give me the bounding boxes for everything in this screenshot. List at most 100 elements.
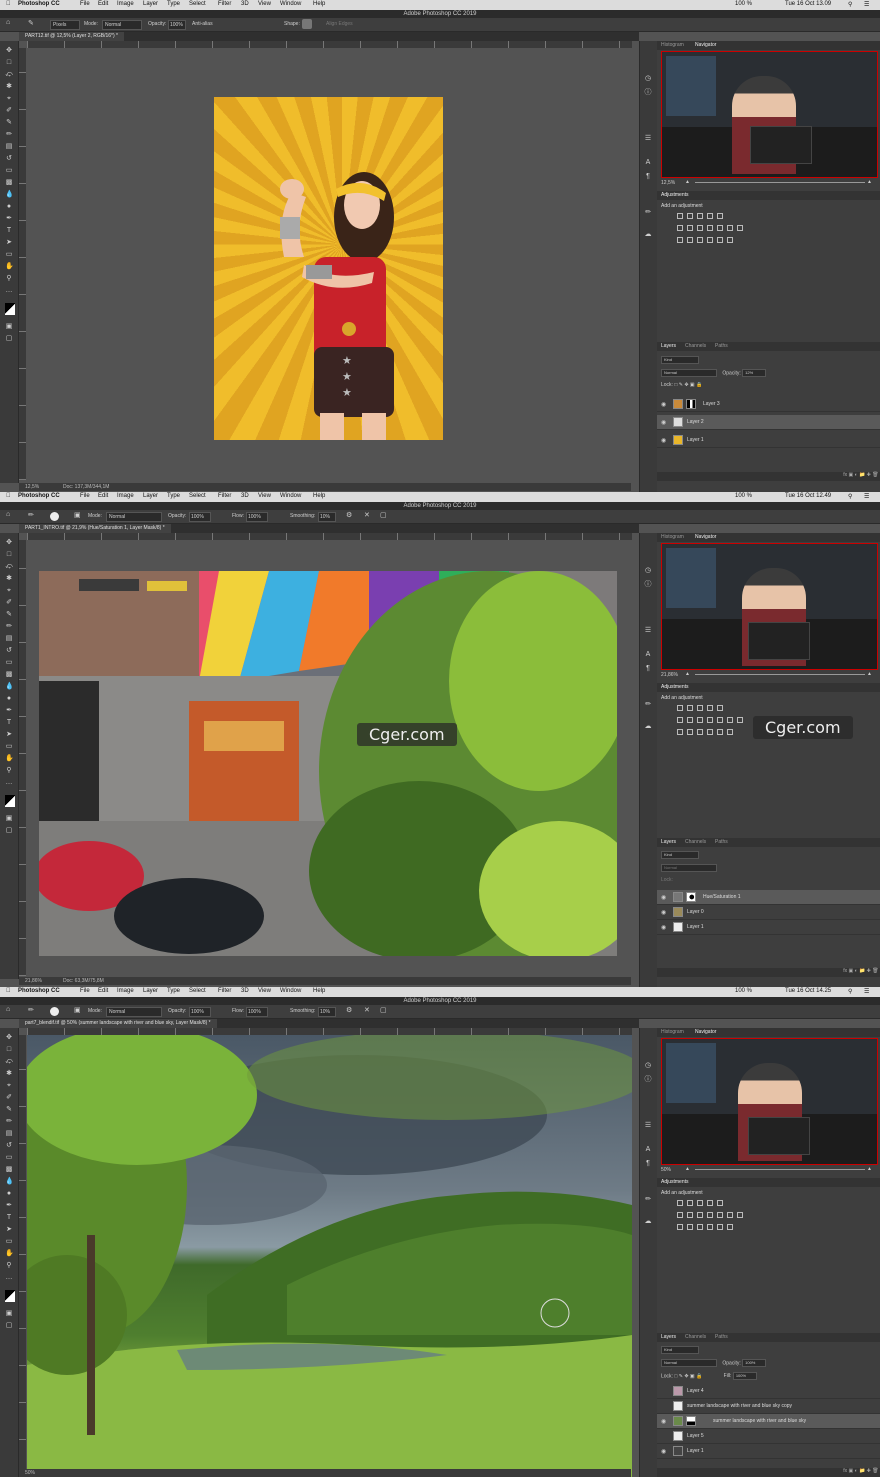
brush-preset-picker[interactable] bbox=[50, 512, 59, 521]
quick-mask-icon[interactable]: ▣ bbox=[5, 323, 13, 331]
settings-gear-icon[interactable]: ⚙ bbox=[346, 1006, 352, 1014]
app-menu-name[interactable]: Photoshop CC bbox=[18, 493, 60, 499]
layers-panel-actions[interactable]: fx ▣ ◐ 📁 ✚ 🗑 bbox=[657, 472, 880, 481]
eye-icon[interactable]: ◉ bbox=[661, 894, 666, 901]
menu-window[interactable]: Window bbox=[280, 1, 301, 7]
smoothing-input[interactable]: 10% bbox=[320, 1009, 330, 1015]
gradient-icon[interactable]: ▩ bbox=[5, 179, 13, 187]
libraries-panel-icon[interactable]: ☁ bbox=[644, 723, 652, 731]
pressure-icon[interactable]: ✕ bbox=[364, 511, 370, 519]
eye-icon[interactable]: ◉ bbox=[661, 437, 666, 444]
path-select-icon[interactable]: ➤ bbox=[5, 1226, 13, 1234]
menu-file[interactable]: File bbox=[80, 988, 90, 994]
layer-name[interactable]: Hue/Saturation 1 bbox=[703, 894, 741, 900]
crop-icon[interactable]: ⌖ bbox=[5, 95, 13, 103]
history-panel-icon[interactable]: ◷ bbox=[644, 567, 652, 575]
zoom-out-icon[interactable]: ▲ bbox=[685, 179, 690, 185]
pen-icon[interactable]: ✒ bbox=[5, 1202, 13, 1210]
zoom-slider[interactable] bbox=[695, 182, 865, 183]
history-brush-icon[interactable]: ↺ bbox=[5, 1142, 13, 1150]
anti-alias-checkbox[interactable]: Anti-alias bbox=[192, 21, 213, 27]
eraser-icon[interactable]: ▭ bbox=[5, 167, 13, 175]
move-icon[interactable]: ✥ bbox=[5, 47, 13, 55]
tab-layers[interactable]: Layers bbox=[661, 839, 676, 845]
layer-kind-filter[interactable]: Kind bbox=[661, 851, 699, 859]
eye-icon[interactable]: ◉ bbox=[661, 924, 666, 931]
lasso-icon[interactable]: ⤽ bbox=[5, 563, 13, 571]
document-tab[interactable]: PART1_INTRO.tif @ 21,9% (Hue/Saturation … bbox=[19, 524, 171, 533]
healing-icon[interactable]: ✎ bbox=[5, 119, 13, 127]
move-icon[interactable]: ✥ bbox=[5, 1034, 13, 1042]
tab-navigator[interactable]: Navigator bbox=[695, 42, 716, 48]
layer-kind-filter[interactable]: Kind bbox=[661, 356, 699, 364]
blend-mode-select[interactable]: Normal bbox=[109, 1009, 125, 1015]
layer-name[interactable]: Layer 3 bbox=[703, 401, 720, 407]
menu-filter[interactable]: Filter bbox=[218, 1, 231, 7]
navigator-thumbnail[interactable] bbox=[661, 543, 878, 670]
zoom-in-icon[interactable]: ▲ bbox=[867, 179, 872, 185]
eyedropper-icon[interactable]: ✐ bbox=[5, 107, 13, 115]
lock-icons[interactable]: □ ✎ ✥ ▣ 🔒 bbox=[674, 1373, 702, 1379]
healing-icon[interactable]: ✎ bbox=[5, 611, 13, 619]
menu-list-icon[interactable]: ☰ bbox=[864, 1, 869, 8]
brush-settings-icon[interactable]: ✏ bbox=[644, 209, 652, 217]
libraries-panel-icon[interactable]: ☁ bbox=[644, 1218, 652, 1226]
layer-fill-input[interactable]: 100% bbox=[732, 1372, 757, 1380]
menu-3d[interactable]: 3D bbox=[241, 493, 249, 499]
eye-icon[interactable]: ◉ bbox=[661, 401, 666, 408]
symmetry-icon[interactable]: ▢ bbox=[380, 511, 387, 519]
zoom-icon[interactable]: ⚲ bbox=[5, 1262, 13, 1270]
hand-icon[interactable]: ✋ bbox=[5, 263, 14, 271]
screen-mode-icon[interactable]: ▢ bbox=[5, 335, 13, 343]
search-icon[interactable]: ⚲ bbox=[848, 493, 852, 500]
layer-row[interactable]: Layer 5 bbox=[657, 1429, 880, 1444]
zoom-out-icon[interactable]: ▲ bbox=[685, 671, 690, 677]
navigator-zoom-value[interactable]: 12,5% bbox=[661, 180, 675, 186]
brush-tool-icon[interactable]: ✏ bbox=[28, 511, 34, 519]
eye-icon[interactable]: ◉ bbox=[661, 1418, 666, 1425]
layer-mask-thumbnail[interactable] bbox=[686, 1416, 696, 1426]
history-panel-icon[interactable]: ◷ bbox=[644, 75, 652, 83]
eye-icon[interactable]: ◉ bbox=[661, 909, 666, 916]
menu-file[interactable]: File bbox=[80, 1, 90, 7]
screen-mode-icon[interactable]: ▢ bbox=[5, 827, 13, 835]
menu-layer[interactable]: Layer bbox=[143, 1, 158, 7]
lock-icons[interactable]: □ ✎ ✥ ▣ 🔒 bbox=[674, 382, 702, 388]
brush-panel-icon[interactable]: ▣ bbox=[74, 511, 81, 519]
tab-paths[interactable]: Paths bbox=[715, 1334, 728, 1340]
tool-mode-select[interactable]: Pixels bbox=[53, 22, 66, 28]
more-tools-icon[interactable]: … bbox=[5, 287, 13, 295]
menu-image[interactable]: Image bbox=[117, 493, 134, 499]
menu-window[interactable]: Window bbox=[280, 988, 301, 994]
layer-row[interactable]: ◉ Layer 0 bbox=[657, 905, 880, 920]
info-panel-icon[interactable]: ⓘ bbox=[644, 581, 652, 589]
blur-icon[interactable]: 💧 bbox=[5, 191, 14, 199]
menu-3d[interactable]: 3D bbox=[241, 1, 249, 7]
paragraph-panel-icon[interactable]: ¶ bbox=[644, 665, 652, 673]
layer-name[interactable]: Layer 2 bbox=[687, 419, 704, 425]
layer-row[interactable]: summer landscape with river and blue sky… bbox=[657, 1399, 880, 1414]
zoom-slider[interactable] bbox=[695, 1169, 865, 1170]
adjustment-icons-row-3[interactable] bbox=[677, 729, 737, 736]
menu-list-icon[interactable]: ☰ bbox=[864, 493, 869, 500]
color-swatches[interactable] bbox=[5, 303, 15, 315]
navigator-thumbnail[interactable] bbox=[661, 51, 878, 178]
path-select-icon[interactable]: ➤ bbox=[5, 239, 13, 247]
brush-icon[interactable]: ✏ bbox=[5, 623, 13, 631]
dodge-icon[interactable]: ● bbox=[5, 1190, 13, 1198]
blend-mode-select[interactable]: Normal bbox=[105, 22, 121, 28]
marquee-icon[interactable]: □ bbox=[5, 1046, 13, 1054]
tab-histogram[interactable]: Histogram bbox=[661, 534, 684, 540]
pen-icon[interactable]: ✒ bbox=[5, 215, 13, 223]
adjustments-title[interactable]: Adjustments bbox=[661, 1179, 689, 1185]
menu-3d[interactable]: 3D bbox=[241, 988, 249, 994]
symmetry-icon[interactable]: ▢ bbox=[380, 1006, 387, 1014]
menu-window[interactable]: Window bbox=[280, 493, 301, 499]
tab-layers[interactable]: Layers bbox=[661, 1334, 676, 1340]
move-icon[interactable]: ✥ bbox=[5, 539, 13, 547]
zoom-in-icon[interactable]: ▲ bbox=[867, 1166, 872, 1172]
layer-mask-thumbnail[interactable] bbox=[686, 399, 696, 409]
layer-row[interactable]: ◉ summer landscape with river and blue s… bbox=[657, 1414, 880, 1429]
layer-row[interactable]: ◉ Hue/Saturation 1 bbox=[657, 890, 880, 905]
tab-layers[interactable]: Layers bbox=[661, 343, 676, 349]
